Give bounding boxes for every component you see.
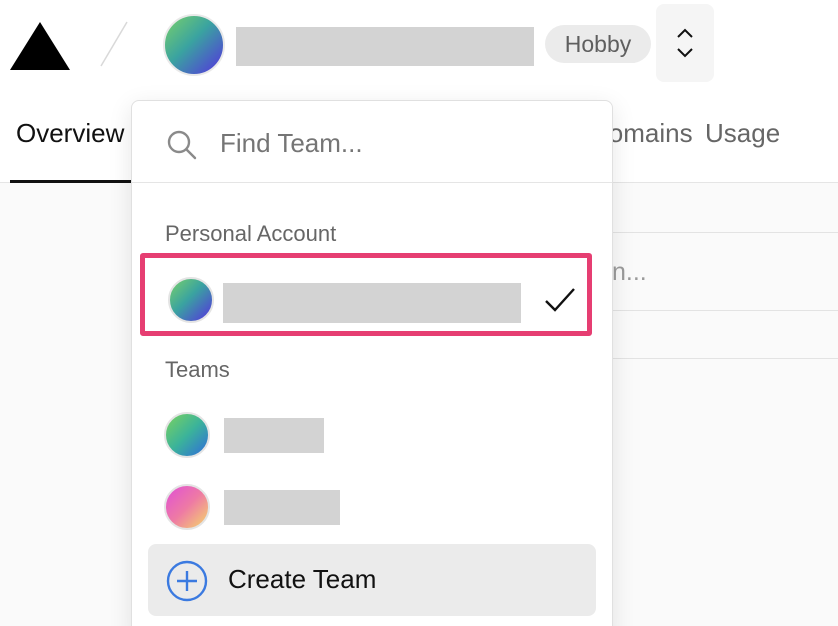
create-team-label: Create Team — [228, 564, 377, 594]
active-tab-indicator — [10, 180, 132, 183]
team-name-redacted — [224, 490, 340, 525]
teams-heading: Teams — [165, 357, 230, 382]
divider — [612, 232, 838, 233]
team-switcher-button[interactable] — [656, 4, 714, 82]
chevron-up-down-icon — [677, 28, 693, 58]
team-name-redacted — [224, 418, 324, 453]
checkmark-icon — [545, 288, 575, 312]
find-team-input[interactable] — [220, 123, 580, 163]
personal-account-item[interactable] — [140, 253, 592, 336]
personal-avatar — [168, 277, 214, 323]
team-name-redacted — [236, 27, 534, 66]
team-switcher-dropdown: Personal Account Teams Create Team — [131, 100, 613, 626]
divider — [612, 310, 838, 311]
team-item[interactable] — [148, 475, 596, 539]
team-avatar — [164, 484, 210, 530]
team-avatar — [164, 412, 210, 458]
create-team-button[interactable]: Create Team — [148, 544, 596, 616]
personal-account-name-redacted — [223, 283, 521, 323]
divider — [612, 358, 838, 359]
tab-overview[interactable]: Overview — [16, 118, 134, 149]
search-bar — [132, 101, 612, 183]
background-text-fragment: n... — [612, 258, 647, 286]
plus-circle-icon — [166, 560, 208, 602]
logo-icon[interactable] — [10, 22, 70, 70]
search-icon — [167, 130, 197, 160]
breadcrumb-separator — [100, 21, 128, 67]
team-item[interactable] — [148, 403, 596, 467]
tab-usage[interactable]: Usage — [705, 118, 780, 149]
team-avatar[interactable] — [163, 14, 225, 76]
personal-account-heading: Personal Account — [165, 221, 337, 246]
plan-badge: Hobby — [545, 25, 651, 63]
